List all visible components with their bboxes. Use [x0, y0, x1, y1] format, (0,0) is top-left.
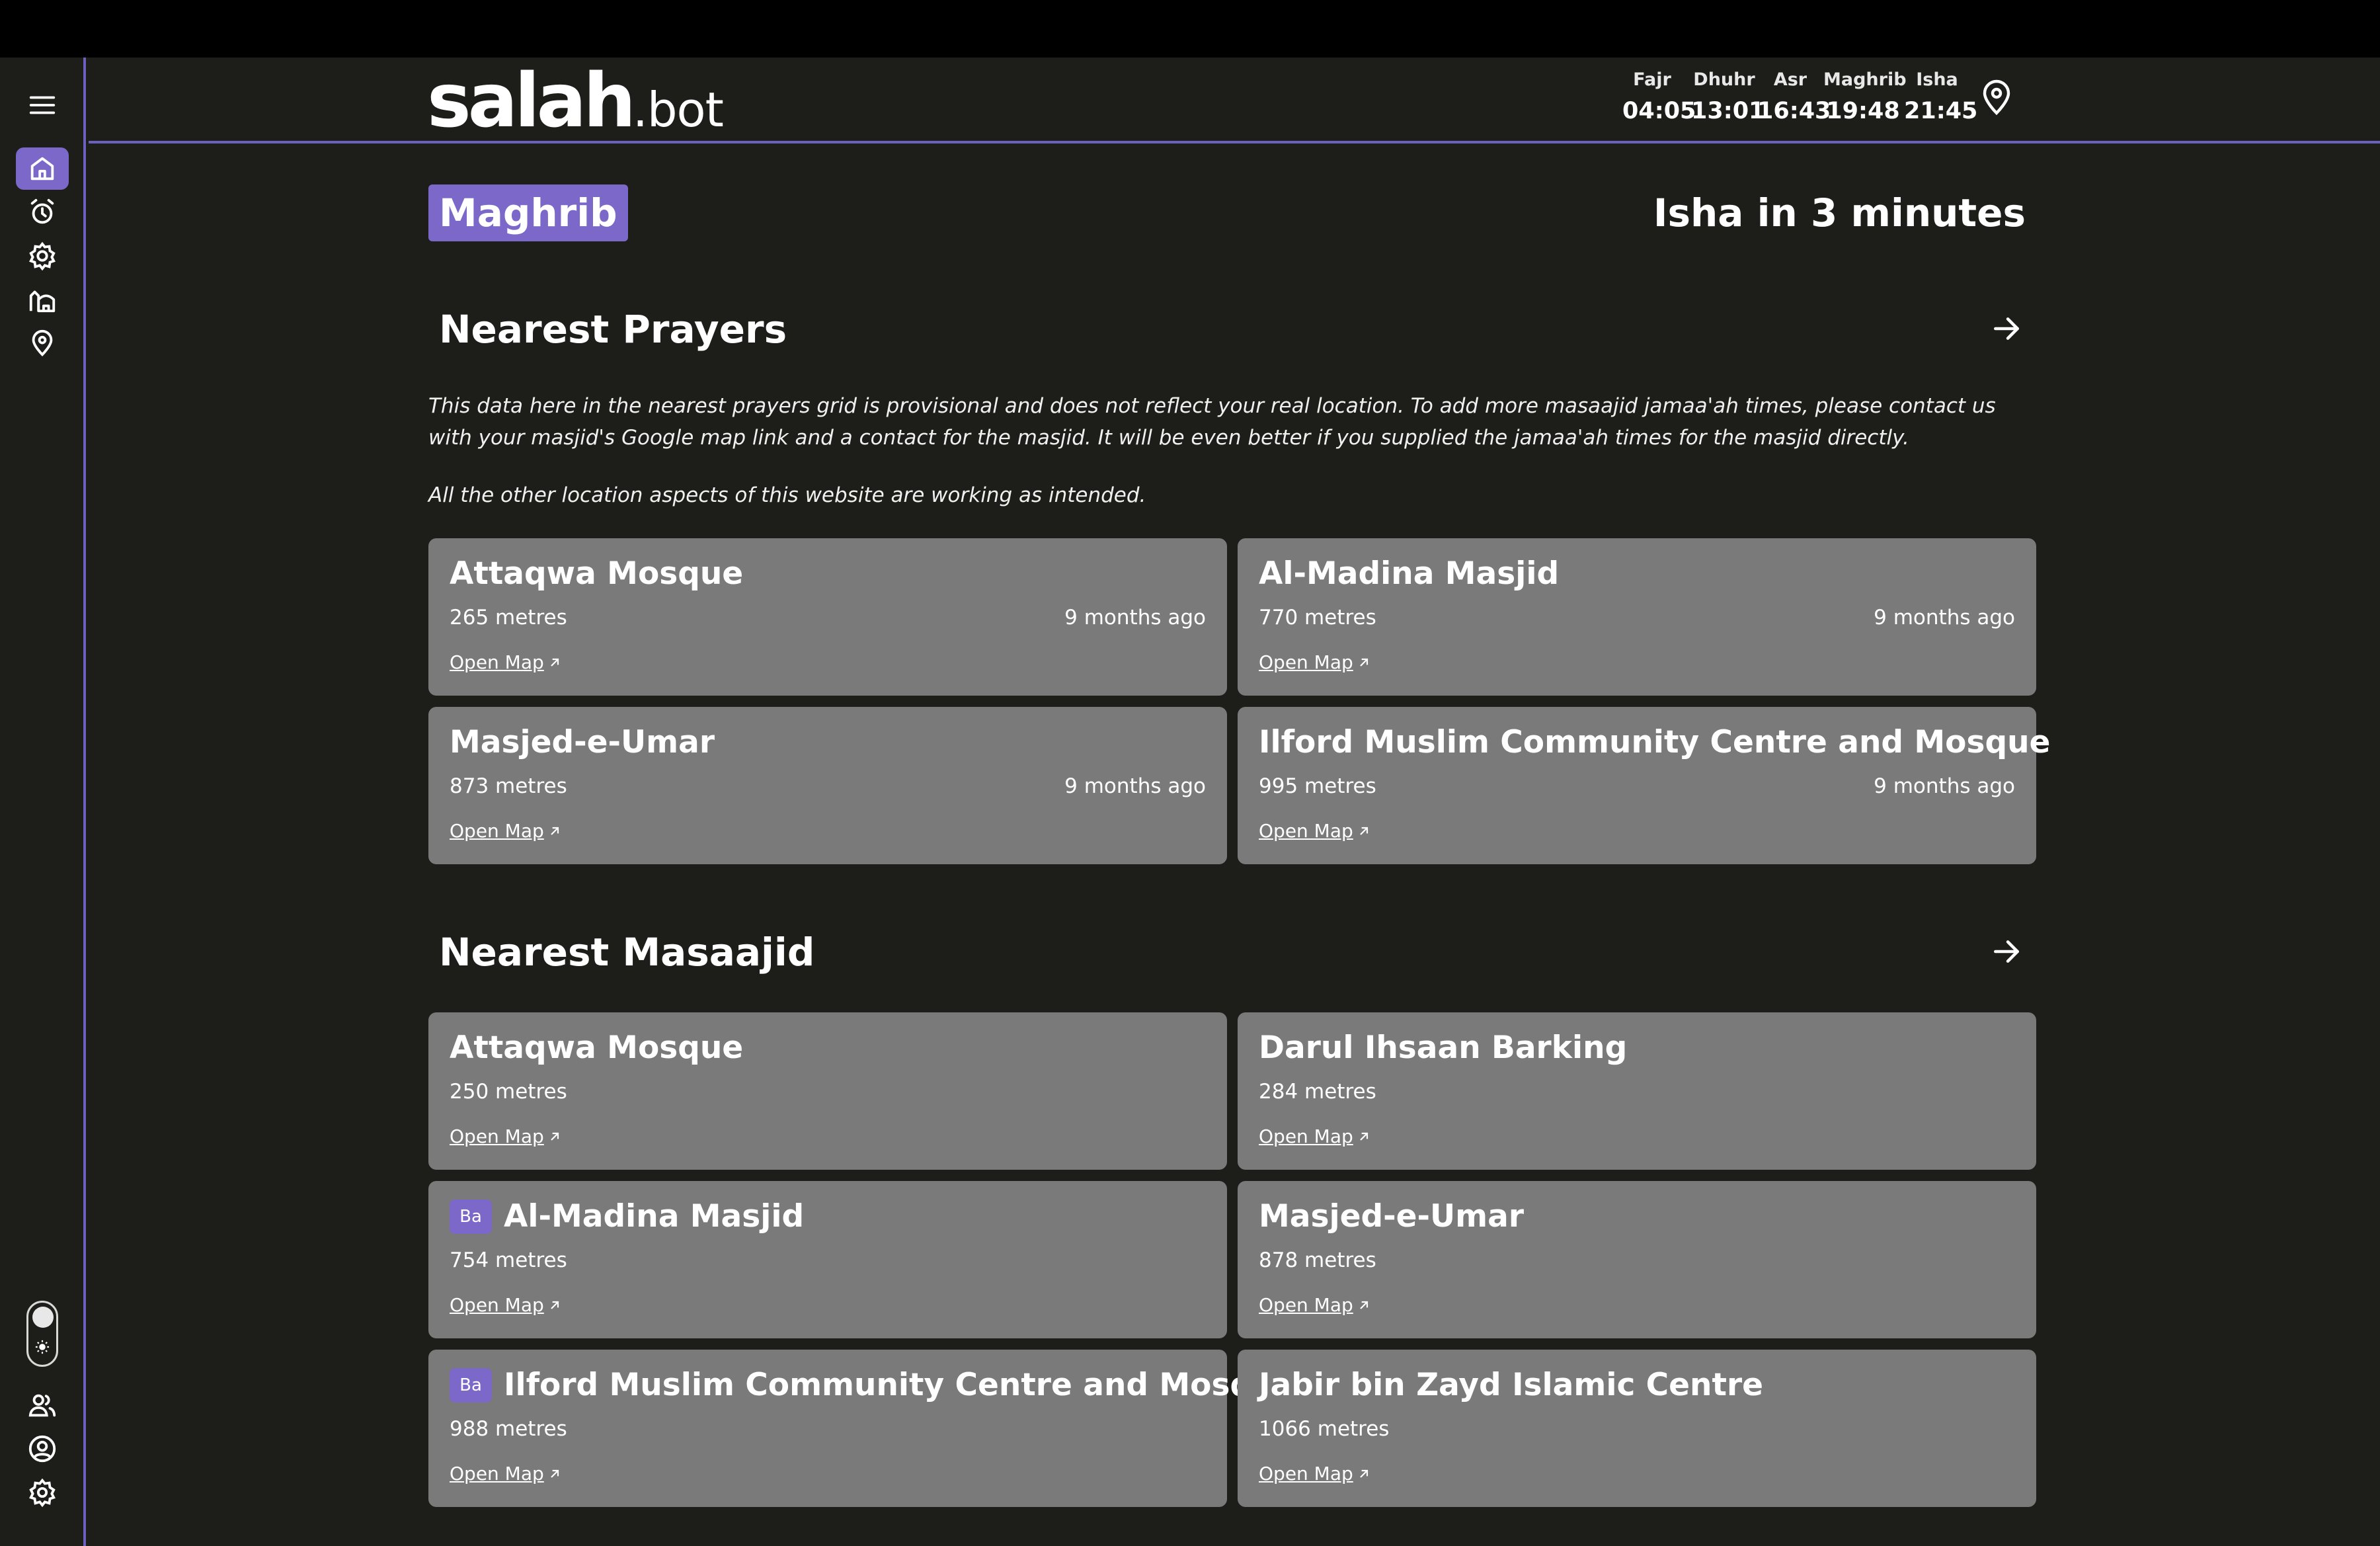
- masjid-card[interactable]: Jabir bin Zayd Islamic Centre 1066 metre…: [1238, 1350, 2036, 1507]
- masjid-card[interactable]: Ba Al-Madina Masjid 754 metres Open Map: [428, 1181, 1227, 1338]
- sun-icon: [35, 1340, 50, 1354]
- cog-icon[interactable]: [16, 235, 69, 277]
- alarm-clock-icon[interactable]: [16, 191, 69, 233]
- masjid-title-row: Ba Ilford Muslim Community Centre and Mos…: [450, 1364, 1295, 1406]
- open-map-link[interactable]: Open Map: [1259, 1292, 1370, 1319]
- prayer-time-fajr: Fajr 04:05: [1622, 69, 1696, 124]
- masjid-name: Attaqwa Mosque: [450, 555, 744, 592]
- masjid-name: Al-Madina Masjid: [1259, 555, 1560, 592]
- masjid-badge: Ba: [450, 1368, 492, 1403]
- prayer-time-isha: Isha 21:45: [1904, 69, 1978, 124]
- nearest-masaajid-title: Nearest Masaajid: [439, 930, 815, 975]
- updated-time: 9 months ago: [1874, 606, 2015, 630]
- external-link-icon: [1360, 658, 1368, 667]
- next-prayer-countdown: Isha in 3 minutes: [1653, 190, 2026, 235]
- masjid-card[interactable]: Darul Ihsaan Barking 284 metres Open Map: [1238, 1012, 2036, 1170]
- prayer-card[interactable]: Attaqwa Mosque 265 metres 9 months ago O…: [428, 538, 1227, 696]
- external-link-icon: [551, 1469, 559, 1478]
- open-map-link[interactable]: Open Map: [1259, 1461, 1370, 1487]
- masjid-name: Masjed-e-Umar: [450, 724, 715, 760]
- open-map-link[interactable]: Open Map: [450, 649, 561, 676]
- masjid-name: Ilford Muslim Community Centre and Mosqu…: [1259, 724, 2051, 760]
- external-link-icon: [1360, 1132, 1368, 1141]
- open-map-link[interactable]: Open Map: [450, 1123, 561, 1150]
- open-map-link[interactable]: Open Map: [1259, 649, 1370, 676]
- home-icon[interactable]: [16, 147, 69, 190]
- moon-icon: [32, 1307, 54, 1328]
- distance: 878 metres: [1259, 1248, 1376, 1272]
- user-circle-icon[interactable]: [16, 1428, 69, 1470]
- masjid-card[interactable]: Ba Ilford Muslim Community Centre and Mos…: [428, 1350, 1295, 1507]
- masjid-badge: Ba: [450, 1200, 492, 1234]
- distance: 265 metres: [450, 606, 567, 630]
- external-link-icon: [551, 1132, 559, 1141]
- location-notice: All the other location aspects of this w…: [428, 483, 1146, 507]
- masjid-name: Al-Madina Masjid: [504, 1198, 805, 1235]
- distance: 988 metres: [450, 1417, 567, 1441]
- settings-gear-icon[interactable]: [16, 1471, 69, 1514]
- top-black-bar: [0, 0, 2380, 58]
- logo[interactable]: salah.bot: [427, 61, 724, 149]
- masjid-name: Masjed-e-Umar: [1259, 1198, 1525, 1235]
- sidebar: [0, 58, 86, 1546]
- prayer-card[interactable]: Masjed-e-Umar 873 metres 9 months ago Op…: [428, 707, 1227, 864]
- location-pin-icon[interactable]: [16, 322, 69, 364]
- updated-time: 9 months ago: [1064, 774, 1206, 798]
- masjid-name: Jabir bin Zayd Islamic Centre: [1259, 1367, 1764, 1403]
- distance: 995 metres: [1259, 774, 1376, 798]
- open-map-link[interactable]: Open Map: [450, 818, 561, 844]
- external-link-icon: [551, 658, 559, 667]
- distance: 754 metres: [450, 1248, 567, 1272]
- mosque-icon[interactable]: [16, 278, 69, 321]
- distance: 770 metres: [1259, 606, 1376, 630]
- current-prayer-badge: Maghrib: [428, 184, 628, 241]
- external-link-icon: [551, 827, 559, 835]
- nearest-prayers-title: Nearest Prayers: [439, 307, 787, 352]
- updated-time: 9 months ago: [1874, 774, 2015, 798]
- location-pin-icon[interactable]: [1978, 76, 2015, 118]
- open-map-link[interactable]: Open Map: [450, 1461, 561, 1487]
- masjid-title-row: Ba Al-Madina Masjid: [450, 1196, 804, 1238]
- provisional-notice: This data here in the nearest prayers gr…: [428, 394, 1996, 450]
- menu-icon[interactable]: [16, 84, 69, 126]
- arrow-right-icon[interactable]: [1983, 305, 2030, 352]
- prayer-time-asr: Asr 16:43: [1757, 69, 1831, 124]
- masjid-name: Darul Ihsaan Barking: [1259, 1030, 1628, 1066]
- external-link-icon: [551, 1301, 559, 1309]
- external-link-icon: [1360, 827, 1368, 835]
- prayer-time-maghrib: Maghrib 19:48: [1823, 69, 1907, 124]
- masjid-card[interactable]: Attaqwa Mosque 250 metres Open Map: [428, 1012, 1227, 1170]
- header: salah.bot Fajr 04:05 Dhuhr 13:01 Asr 16:43 …: [89, 58, 2380, 143]
- prayer-time-dhuhr: Dhuhr 13:01: [1691, 69, 1765, 124]
- distance: 1066 metres: [1259, 1417, 1390, 1441]
- open-map-link[interactable]: Open Map: [1259, 1123, 1370, 1150]
- masjid-card[interactable]: Masjed-e-Umar 878 metres Open Map: [1238, 1181, 2036, 1338]
- external-link-icon: [1360, 1469, 1368, 1478]
- open-map-link[interactable]: Open Map: [450, 1292, 561, 1319]
- external-link-icon: [1360, 1301, 1368, 1309]
- prayer-card[interactable]: Ilford Muslim Community Centre and Mosqu…: [1238, 707, 2050, 864]
- masjid-name: Ilford Muslim Community Centre and Mosqu…: [504, 1367, 1296, 1403]
- distance: 873 metres: [450, 774, 567, 798]
- prayer-card[interactable]: Al-Madina Masjid 770 metres 9 months ago…: [1238, 538, 2036, 696]
- theme-toggle[interactable]: [26, 1301, 58, 1367]
- arrow-right-icon[interactable]: [1983, 928, 2030, 975]
- open-map-link[interactable]: Open Map: [1259, 818, 1370, 844]
- distance: 284 metres: [1259, 1080, 1376, 1104]
- distance: 250 metres: [450, 1080, 567, 1104]
- masjid-name: Attaqwa Mosque: [450, 1030, 744, 1066]
- updated-time: 9 months ago: [1064, 606, 1206, 630]
- users-icon[interactable]: [16, 1384, 69, 1426]
